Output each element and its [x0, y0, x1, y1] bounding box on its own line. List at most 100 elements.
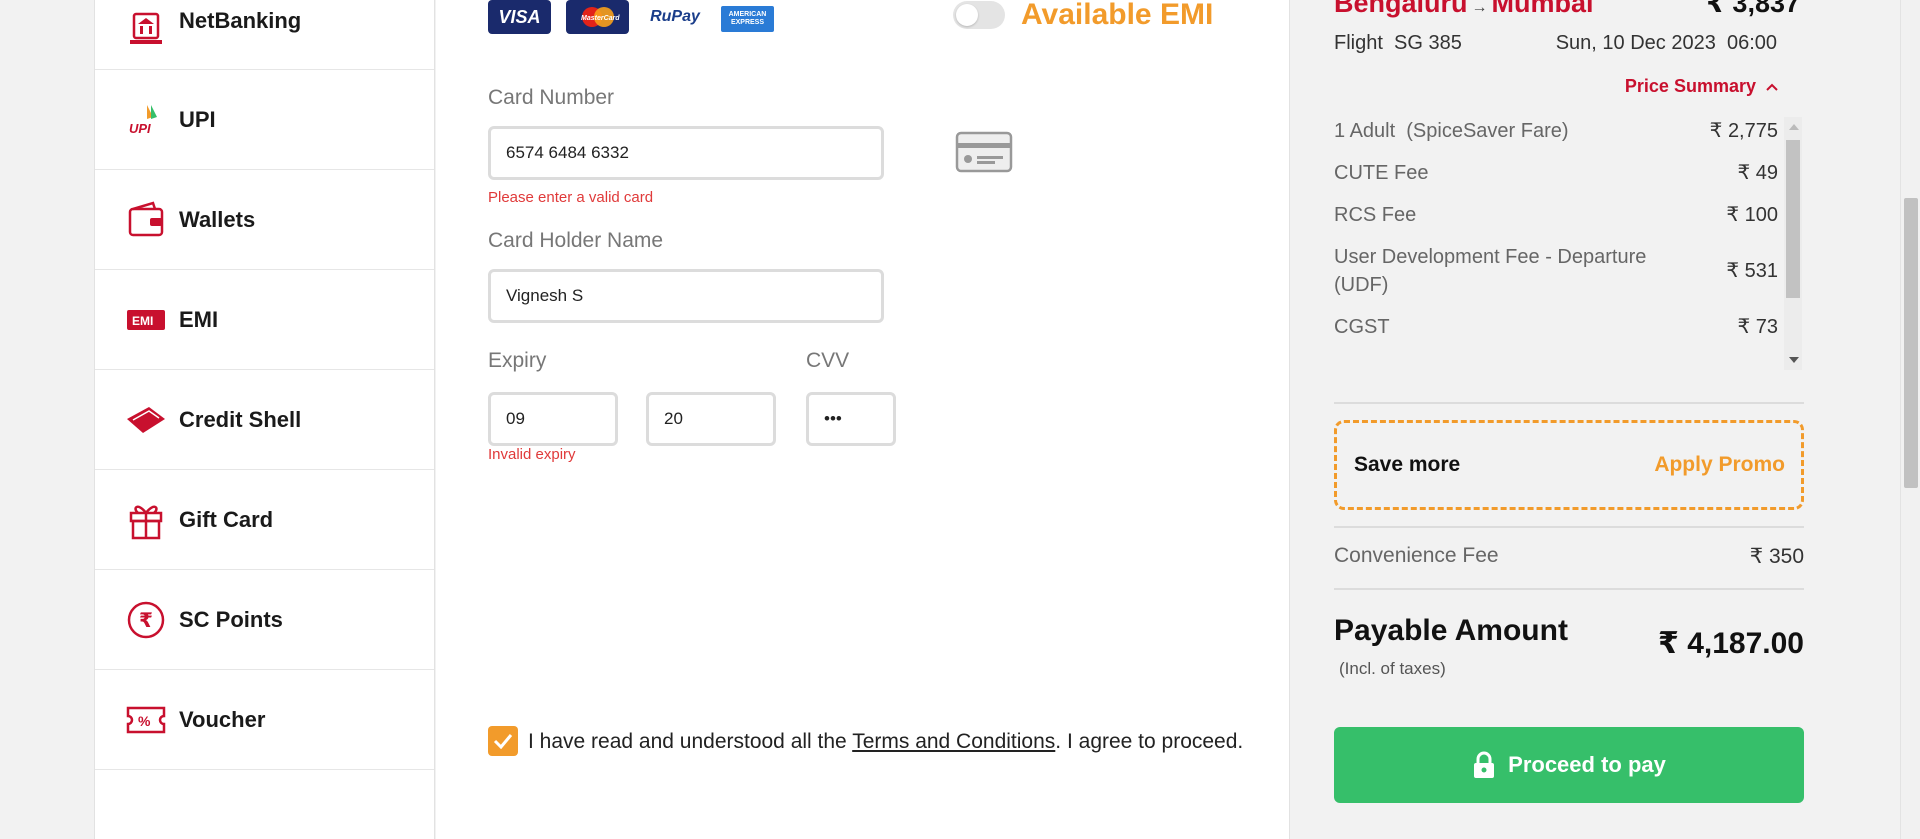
card-number-input[interactable]: 6574 6484 6332 — [488, 126, 884, 180]
scroll-down-icon[interactable] — [1789, 357, 1799, 363]
method-label: SC Points — [179, 606, 283, 632]
breakdown-row: 1 Adult (SpiceSaver Fare) ₹ 2,775 — [1334, 117, 1802, 145]
terms-text: I have read and understood all the Terms… — [528, 726, 1243, 757]
promo-box: Save more Apply Promo — [1334, 420, 1804, 510]
bank-icon — [125, 8, 167, 50]
arrow-right-icon: → — [1471, 0, 1488, 16]
breakdown-value: ₹ 531 — [1726, 260, 1778, 282]
expiry-error: Invalid expiry — [488, 446, 576, 463]
fare-total: ₹ 3,837 — [1706, 0, 1800, 18]
payment-methods-list: NetBanking UPI UPI Wallets EMI EMI Credi… — [94, 0, 435, 839]
breakdown-row: User Development Fee - Departure (UDF) ₹ … — [1334, 243, 1802, 299]
card-payment-form: VISA MasterCard RuPay AMERICAN EXPRESS A… — [436, 0, 1290, 839]
svg-text:%: % — [138, 713, 151, 729]
flight-number: Flight SG 385 — [1334, 32, 1462, 54]
method-wallets[interactable]: Wallets — [95, 170, 434, 270]
method-upi[interactable]: UPI UPI — [95, 70, 434, 170]
check-icon — [493, 734, 513, 749]
breakdown-value: ₹ 100 — [1726, 204, 1778, 226]
expiry-year-input[interactable]: 20 — [646, 392, 776, 446]
convenience-fee-row: Convenience Fee ₹ 350 — [1334, 544, 1804, 569]
gift-icon — [125, 499, 167, 541]
proceed-to-pay-button[interactable]: Proceed to pay — [1334, 727, 1804, 803]
scroll-up-icon[interactable] — [1789, 124, 1799, 130]
card-holder-input[interactable]: Vignesh S — [488, 269, 884, 323]
method-label: Wallets — [179, 206, 256, 232]
method-credit-shell[interactable]: Credit Shell — [95, 370, 434, 470]
expiry-label: Expiry — [488, 349, 547, 372]
rupee-icon: ₹ — [125, 599, 167, 641]
terms-suffix: . I agree to proceed. — [1055, 730, 1244, 753]
breakdown-row: CUTE Fee ₹ 49 — [1334, 159, 1802, 187]
mastercard-logo: MasterCard — [566, 0, 629, 34]
route: Bengaluru → Mumbai — [1334, 0, 1594, 19]
method-gift-card[interactable]: Gift Card — [95, 470, 434, 570]
save-more-label: Save more — [1354, 453, 1461, 476]
incl-taxes-note: (Incl. of taxes) — [1339, 659, 1446, 678]
flight-date: Sun, 10 Dec 2023 06:00 — [1555, 32, 1777, 54]
lock-icon — [1474, 751, 1495, 778]
upi-icon: UPI — [125, 99, 167, 141]
divider — [1334, 402, 1804, 404]
method-label: Voucher — [179, 706, 266, 732]
visa-logo: VISA — [488, 0, 551, 34]
mastercard-text: MasterCard — [581, 15, 620, 22]
payable-amount-label: Payable Amount — [1334, 614, 1568, 647]
apply-promo-button[interactable]: Apply Promo — [1654, 453, 1785, 477]
breakdown-scroll-thumb[interactable] — [1786, 140, 1800, 298]
cvv-label: CVV — [806, 349, 850, 372]
terms-link[interactable]: Terms and Conditions — [852, 730, 1055, 753]
method-sc-points[interactable]: ₹ SC Points — [95, 570, 434, 670]
price-summary-toggle[interactable]: Price Summary — [1625, 76, 1779, 97]
card-holder-label: Card Holder Name — [488, 229, 664, 252]
amex-text: AMERICAN EXPRESS — [728, 11, 767, 26]
voucher-icon: % — [125, 699, 167, 741]
divider — [1334, 526, 1804, 528]
emi-toggle-row: Available EMI — [953, 0, 1213, 32]
page-scrollbar[interactable] — [1900, 0, 1920, 839]
breakdown-value: ₹ 2,775 — [1709, 120, 1778, 142]
divider — [1334, 588, 1804, 590]
breakdown-scrollbar[interactable] — [1784, 117, 1802, 370]
breakdown-label: 1 Adult (SpiceSaver Fare) — [1334, 120, 1569, 142]
emi-icon: EMI — [125, 299, 167, 341]
terms-prefix: I have read and understood all the — [528, 730, 853, 753]
method-label: EMI — [179, 306, 219, 332]
expiry-month-input[interactable]: 09 — [488, 392, 618, 446]
origin: Bengaluru — [1334, 0, 1468, 18]
breakdown-row: RCS Fee ₹ 100 — [1334, 201, 1802, 229]
rupay-logo: RuPay — [644, 0, 706, 34]
cvv-input[interactable]: ••• — [806, 392, 896, 446]
method-emi[interactable]: EMI EMI — [95, 270, 434, 370]
method-label: Gift Card — [179, 506, 274, 532]
breakdown-label: RCS Fee — [1334, 204, 1417, 226]
payable-amount-value: ₹ 4,187.00 — [1658, 627, 1804, 660]
available-emi-label: Available EMI — [1021, 0, 1214, 31]
destination: Mumbai — [1491, 0, 1594, 18]
price-summary-panel: Bengaluru → Mumbai ₹ 3,837 Flight SG 385… — [1291, 0, 1901, 839]
visa-text: VISA — [498, 6, 541, 27]
amex-logo: AMERICAN EXPRESS — [721, 6, 774, 32]
method-label: UPI — [179, 106, 216, 132]
emi-toggle[interactable] — [953, 1, 1005, 29]
card-icon — [955, 131, 1013, 178]
method-label: NetBanking — [179, 8, 302, 33]
svg-text:UPI: UPI — [129, 121, 151, 136]
method-label: Credit Shell — [179, 406, 302, 432]
card-number-error: Please enter a valid card — [488, 189, 654, 206]
convenience-fee-label: Convenience Fee — [1334, 544, 1499, 567]
page-scroll-thumb[interactable] — [1904, 198, 1918, 488]
card-number-label: Card Number — [488, 86, 615, 109]
method-voucher[interactable]: % Voucher — [95, 670, 434, 770]
accepted-cards: VISA MasterCard RuPay AMERICAN EXPRESS — [488, 0, 774, 34]
wallet-icon — [125, 199, 167, 241]
method-netbanking[interactable]: NetBanking — [95, 0, 434, 70]
breakdown-label: CUTE Fee — [1334, 162, 1429, 184]
credit-shell-icon — [125, 399, 167, 441]
terms-checkbox[interactable] — [488, 726, 518, 756]
fare-breakdown: 1 Adult (SpiceSaver Fare) ₹ 2,775 CUTE Fe… — [1334, 117, 1802, 370]
terms-row: I have read and understood all the Terms… — [488, 726, 1278, 757]
price-summary-label: Price Summary — [1624, 76, 1756, 96]
breakdown-value: ₹ 49 — [1737, 162, 1778, 184]
breakdown-value: ₹ 73 — [1737, 316, 1778, 338]
